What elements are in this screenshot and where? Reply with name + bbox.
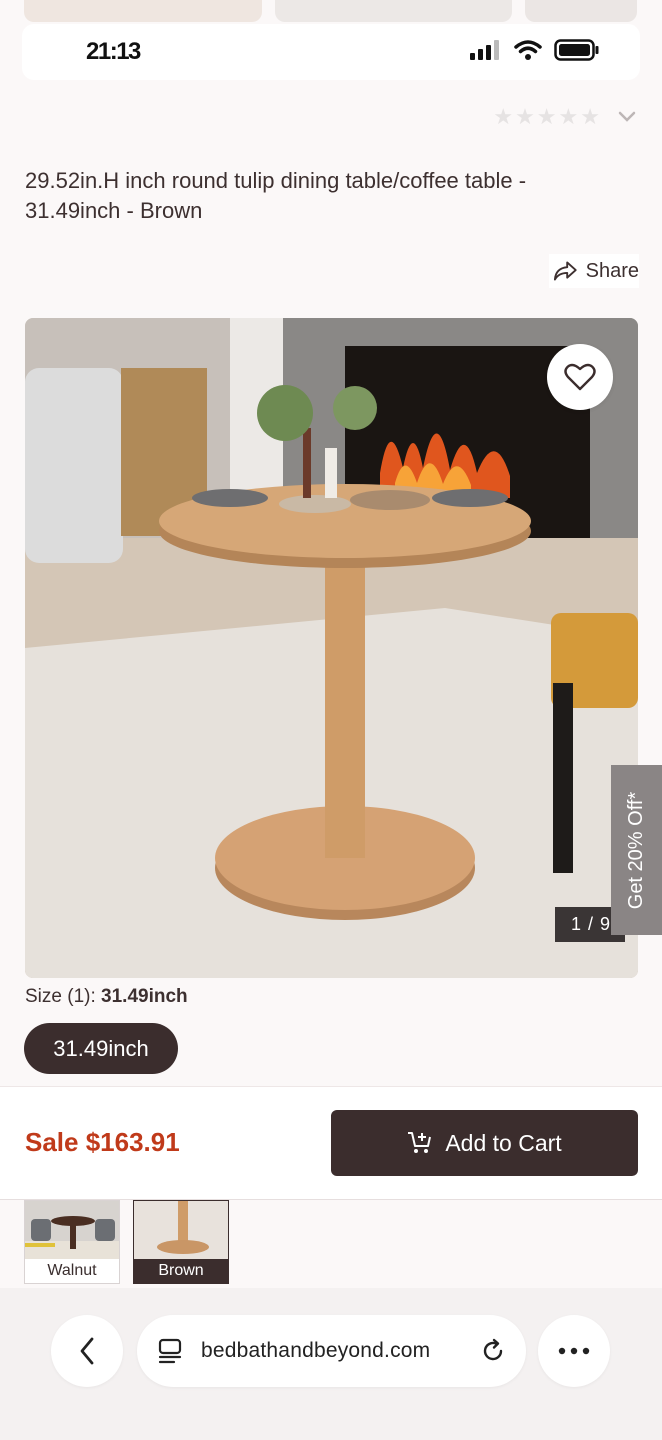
cart-plus-icon [408,1132,432,1153]
more-button[interactable] [538,1315,610,1387]
signal-icon [470,40,499,60]
add-to-cart-label: Add to Cart [445,1129,562,1156]
url-text: bedbathandbeyond.com [201,1339,431,1362]
promo-tab-label: Get 20% Off* [625,791,648,909]
rating-stars[interactable]: ★ ★ ★ ★ ★ [493,104,636,130]
swatch-walnut[interactable]: Walnut [24,1200,120,1284]
status-time: 21:13 [86,38,141,65]
browser-toolbar: bedbathandbeyond.com [0,1288,662,1440]
share-label: Share [585,259,639,282]
swatch-brown[interactable]: Brown [133,1200,229,1284]
product-photo [25,318,638,978]
back-button[interactable] [51,1315,123,1387]
swatch-brown-thumbnail [134,1201,228,1259]
size-selected-value: 31.49inch [101,986,188,1007]
swatch-brown-label: Brown [134,1259,228,1283]
star-icon: ★ [515,104,535,129]
address-bar[interactable]: bedbathandbeyond.com [137,1315,526,1387]
add-to-cart-button[interactable]: Add to Cart [331,1110,638,1176]
share-button[interactable]: Share [549,254,639,288]
star-icon: ★ [580,104,600,129]
size-label: Size (1): 31.49inch [25,986,188,1008]
swatch-walnut-thumbnail [25,1201,119,1259]
size-option-button[interactable]: 31.49inch [24,1023,178,1074]
star-icon: ★ [536,104,557,129]
product-title: 29.52in.H inch round tulip dining table/… [25,168,527,223]
page-icon [158,1338,182,1364]
share-icon [553,261,577,281]
chevron-down-icon [618,111,636,122]
previous-image-strip [0,0,662,24]
wifi-icon [514,40,542,60]
battery-icon [554,39,599,61]
sale-price: Sale $163.91 [25,1127,180,1157]
star-icon: ★ [493,104,514,129]
promo-tab[interactable]: Get 20% Off* [611,765,662,935]
color-swatches: Walnut Brown [24,1200,229,1284]
back-icon [80,1337,94,1365]
size-label-prefix: Size (1): [25,986,102,1007]
star-icon: ★ [558,104,579,129]
reload-icon[interactable] [480,1338,506,1364]
status-bar: 21:13 [22,24,640,80]
buy-bar: Sale $163.91 Add to Cart [0,1086,662,1200]
wishlist-button[interactable] [547,344,613,410]
swatch-walnut-label: Walnut [47,1262,97,1279]
product-image[interactable] [25,318,638,978]
more-icon [558,1347,590,1355]
heart-icon [564,363,596,391]
